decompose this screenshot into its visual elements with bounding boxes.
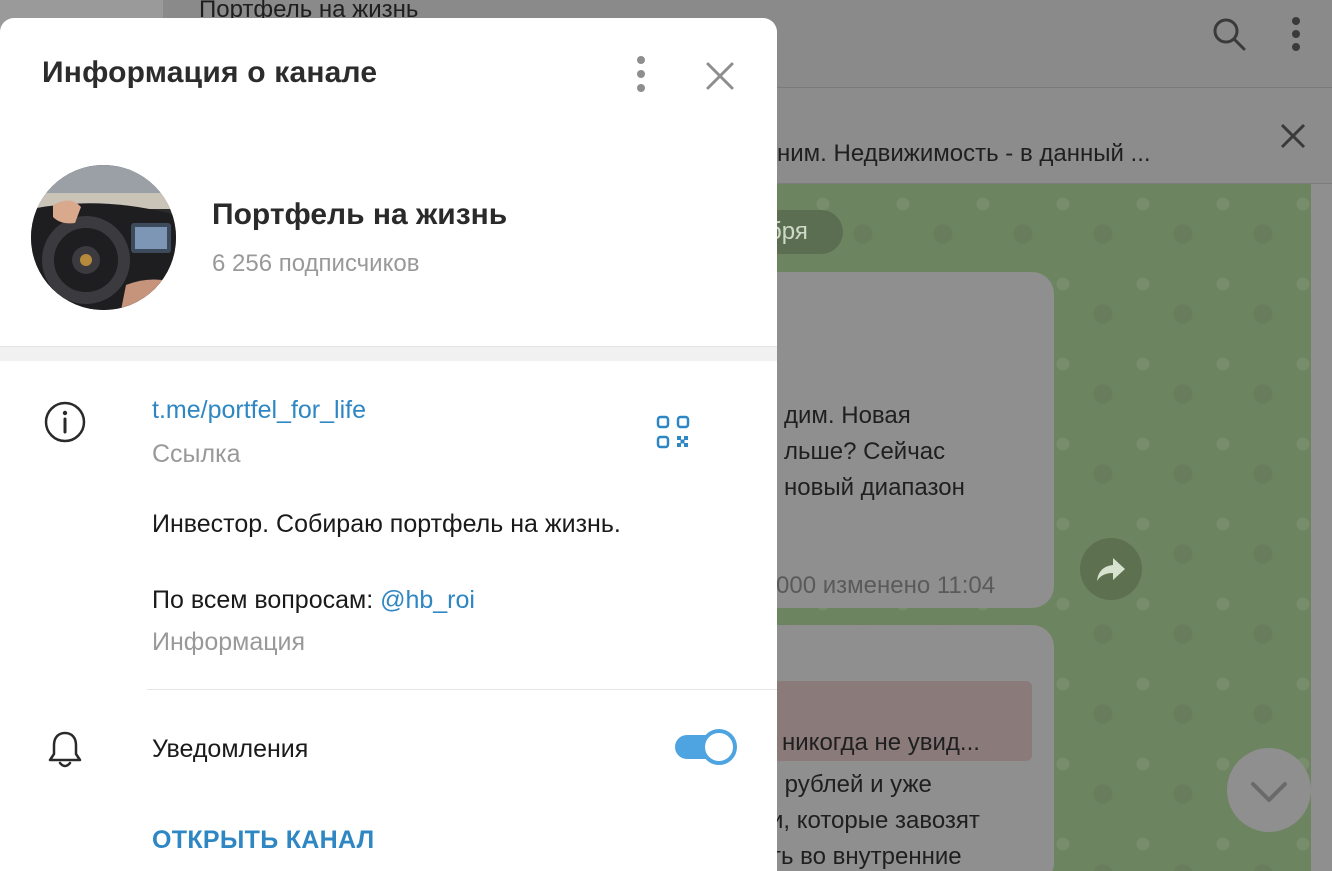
message-line: ) рублей и уже [770,771,932,798]
message-line: ть во внутренние [770,843,962,870]
open-channel-button[interactable]: ОТКРЫТЬ КАНАЛ [152,826,374,855]
contact-mention-link[interactable]: @hb_roi [380,586,475,614]
message-line: и, которые завозят [770,807,980,834]
channel-description: Инвестор. Собираю портфель на жизнь. [152,510,621,538]
dialog-title: Информация о канале [42,56,378,89]
reply-quote-text: е никогда не увид... [762,729,980,756]
subscriber-count: 6 256 подписчиков [212,250,420,277]
forward-icon [1097,558,1125,581]
message-line: дим. Новая [784,402,911,429]
contact-prefix: По всем вопросам: [152,586,381,614]
info-icon [43,400,87,449]
forward-button[interactable] [1080,538,1142,600]
close-icon[interactable] [1279,122,1307,155]
message-text: дим. Новая льше? Сейчас новый диапазон [784,398,965,506]
message-text: ) рублей и уже и, которые завозят ть во … [770,767,980,871]
message-line: новый диапазон [784,474,965,501]
channel-link[interactable]: t.me/portfel_for_life [152,396,366,425]
scroll-down-button[interactable] [1227,748,1311,832]
toggle-knob [701,729,737,765]
message-meta: 000 изменено 11:04 [776,572,996,599]
notifications-label: Уведомления [152,735,309,763]
search-icon[interactable] [1211,16,1247,57]
link-caption: Ссылка [152,440,241,468]
qr-code-icon[interactable] [656,415,690,454]
message-line: льше? Сейчас [784,438,946,465]
pinned-message-text: ним. Недвижимость - в данный ... [777,140,1151,167]
more-vertical-icon[interactable] [1291,16,1301,57]
channel-info-dialog: Информация о канале Портфель на жизнь 6 … [0,18,777,871]
section-divider [0,346,777,361]
channel-name: Портфель на жизнь [212,198,508,231]
close-icon[interactable] [700,56,740,96]
channel-avatar[interactable] [31,165,176,310]
channel-contact-line: По всем вопросам: @hb_roi [152,586,475,615]
row-divider [147,689,777,690]
chat-scrollbar[interactable] [1311,184,1332,871]
more-vertical-icon[interactable] [630,54,652,94]
description-caption: Информация [152,628,306,656]
chevron-down-icon [1251,782,1287,802]
bell-icon [46,729,84,774]
notifications-toggle[interactable] [675,729,737,765]
